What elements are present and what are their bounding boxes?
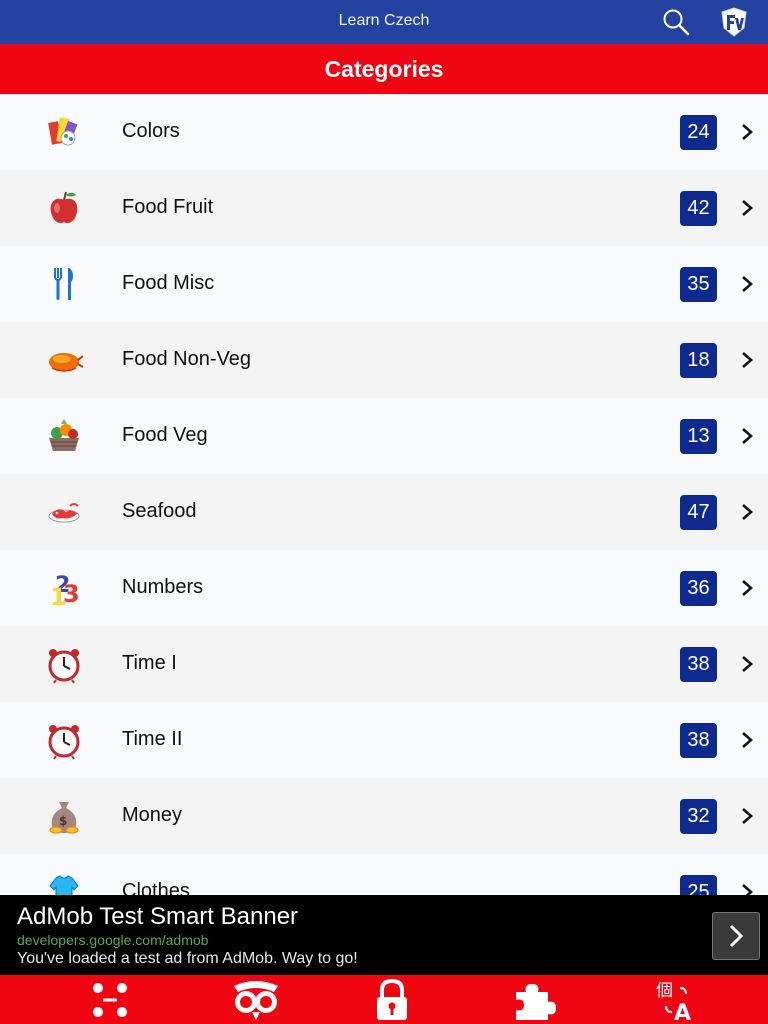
colors-icon [44,112,84,152]
category-label: Food Misc [122,272,215,294]
count-badge: 38 [680,723,717,758]
category-list: Colors 24 Food Fruit 42 Food Misc 35 Foo… [0,94,768,895]
count-badge: 24 [680,115,717,150]
chevron-right-icon [742,656,753,672]
list-item[interactable]: 2 3 1 Numbers 36 [0,550,768,626]
top-bar: Learn Czech [0,0,768,44]
page-title: Categories [0,44,768,94]
apple-icon [44,188,84,228]
category-label: Food Non-Veg [122,348,251,370]
svg-text:$: $ [59,814,67,828]
tab-puzzle[interactable] [504,977,564,1023]
list-item[interactable]: Time II 38 [0,702,768,778]
count-badge: 36 [680,571,717,606]
chevron-right-icon [742,352,753,368]
ad-title: AdMob Test Smart Banner [17,903,299,930]
list-item[interactable]: Colors 24 [0,94,768,170]
count-badge: 32 [680,799,717,834]
search-icon[interactable] [660,6,692,38]
puzzle-icon [516,984,556,1020]
category-label: Food Fruit [122,196,214,218]
clothes-icon [44,872,84,895]
list-item[interactable]: Food Fruit 42 [0,170,768,246]
seafood-icon [44,492,84,532]
category-label: Food Veg [122,424,208,446]
category-label: Money [122,804,183,826]
count-badge: 25 [680,875,717,895]
ad-url[interactable]: developers.google.com/admob [17,932,208,948]
list-item[interactable]: Food Veg 13 [0,398,768,474]
lock-icon [377,978,407,1020]
ad-banner[interactable]: AdMob Test Smart Banner developers.googl… [0,895,768,975]
translate-icon: 個 A [656,981,691,1022]
category-label: Time I [122,652,177,674]
tab-translate[interactable]: 個 A [646,977,706,1023]
roast-chicken-icon [44,340,84,380]
count-badge: 18 [680,343,717,378]
svg-text:個: 個 [656,981,673,1001]
money-bag-icon: $ [44,796,84,836]
owl-icon [234,981,278,1020]
category-label: Clothes [122,880,190,895]
chevron-right-icon [742,428,753,444]
svg-text:1: 1 [50,583,67,608]
chevron-right-icon [742,200,753,216]
count-badge: 42 [680,191,717,226]
chevron-right-icon [742,124,753,140]
category-label: Numbers [122,576,204,598]
ad-open-button[interactable] [712,912,760,960]
category-label: Colors [122,120,180,142]
vegetable-basket-icon [44,416,84,456]
app-logo-icon[interactable] [716,4,752,40]
chevron-right-icon [742,504,753,520]
dots-grid-icon [93,983,127,1017]
count-badge: 35 [680,267,717,302]
count-badge: 47 [680,495,717,530]
ad-text: You've loaded a test ad from AdMob. Way … [17,950,358,967]
list-item[interactable]: Food Non-Veg 18 [0,322,768,398]
list-item[interactable]: Clothes 25 [0,854,768,895]
app-title: Learn Czech [338,12,430,29]
chevron-right-icon [742,732,753,748]
list-item[interactable]: Food Misc 35 [0,246,768,322]
tab-lock[interactable] [362,977,422,1023]
category-label: Time II [122,728,183,750]
count-badge: 38 [680,647,717,682]
chevron-right-icon [729,924,744,948]
fork-knife-icon [44,264,84,304]
list-item[interactable]: $ Money 32 [0,778,768,854]
chevron-right-icon [742,580,753,596]
chevron-right-icon [742,884,753,895]
list-item[interactable]: Time I 38 [0,626,768,702]
svg-text:A: A [674,1001,691,1022]
category-label: Seafood [122,500,197,522]
tab-owl[interactable] [226,977,286,1023]
alarm-clock-icon [44,644,84,684]
chevron-right-icon [742,276,753,292]
list-item[interactable]: Seafood 47 [0,474,768,550]
count-badge: 13 [680,419,717,454]
chevron-right-icon [742,808,753,824]
alarm-clock-icon [44,720,84,760]
numbers-icon: 2 3 1 [44,568,84,608]
tab-categories[interactable] [80,977,140,1023]
bottom-tab-bar: 個 A [0,975,768,1024]
